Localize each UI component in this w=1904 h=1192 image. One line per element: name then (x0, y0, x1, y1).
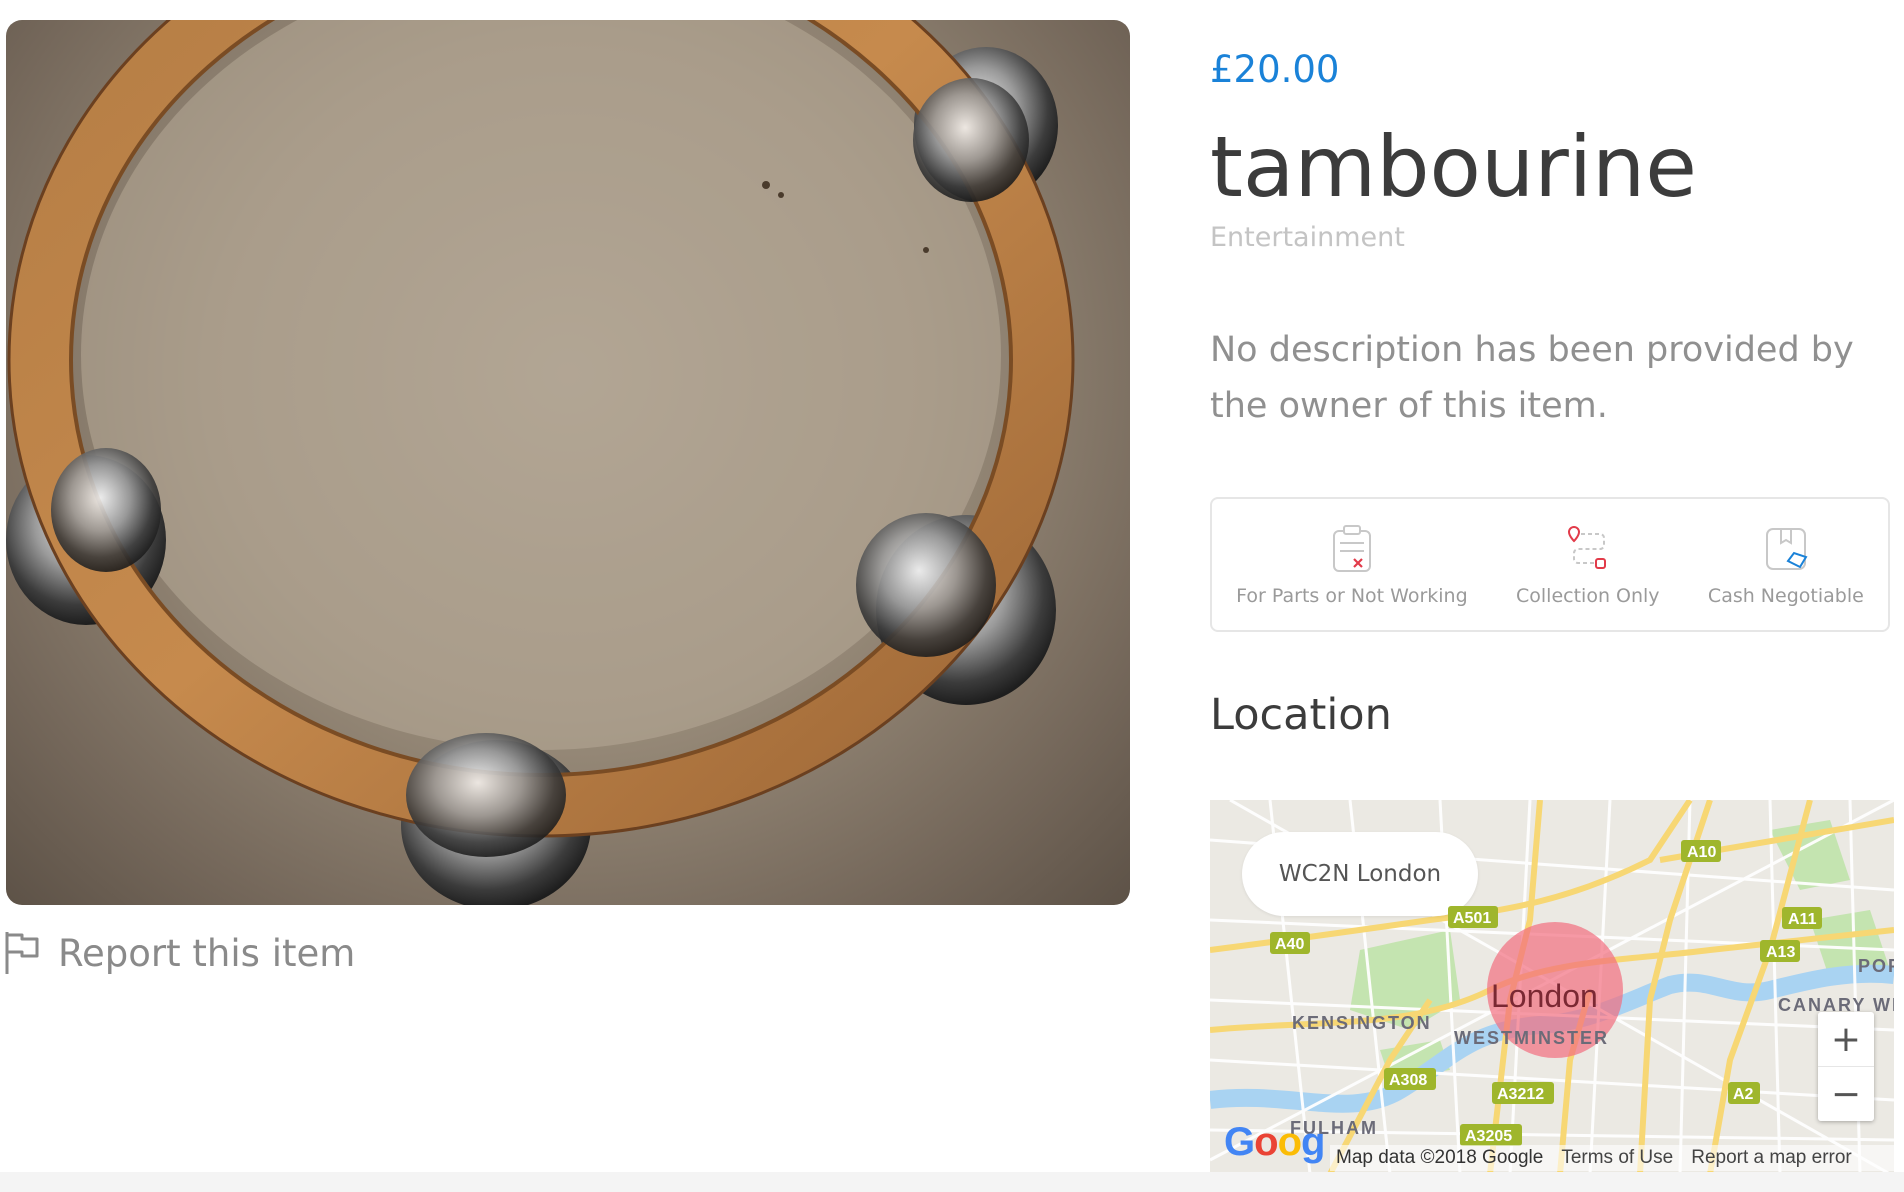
report-item-link[interactable]: Report this item (4, 930, 355, 976)
route-pin-icon (1567, 525, 1606, 569)
item-price: £20.00 (1210, 48, 1340, 91)
feature-label: For Parts or Not Working (1236, 584, 1468, 607)
feature-for-parts: For Parts or Not Working (1236, 523, 1468, 607)
map-postcode-label: WC2N London (1242, 832, 1478, 916)
location-heading: Location (1210, 690, 1392, 740)
tambourine-image (6, 20, 1075, 905)
item-features-panel: For Parts or Not Working Collection Only… (1210, 497, 1890, 632)
map-attribution-bar: Map data ©2018 Google Terms of Use Repor… (1330, 1145, 1894, 1171)
map-attribution: Map data ©2018 Google (1336, 1147, 1544, 1168)
zoom-in-button[interactable]: + (1818, 1012, 1874, 1066)
terms-of-use-link[interactable]: Terms of Use (1561, 1147, 1673, 1169)
item-category[interactable]: Entertainment (1210, 222, 1405, 253)
box-cash-icon (1765, 527, 1808, 570)
feature-collection-only: Collection Only (1516, 523, 1660, 607)
location-map[interactable]: WC2N London London KENSINGTON WESTMINSTE… (1210, 800, 1894, 1174)
report-item-label: Report this item (58, 931, 356, 975)
feature-label: Collection Only (1516, 584, 1660, 607)
flag-icon (5, 932, 39, 974)
item-description: No description has been provided by the … (1210, 330, 1854, 426)
map-zoom-control: + − (1818, 1012, 1874, 1121)
feature-label: Cash Negotiable (1707, 584, 1864, 607)
broken-clipboard-icon (1332, 524, 1371, 572)
zoom-out-button[interactable]: − (1818, 1067, 1874, 1121)
item-title: tambourine (1210, 118, 1697, 216)
product-photo[interactable] (6, 20, 1130, 905)
google-logo[interactable]: Goog (1224, 1120, 1325, 1165)
report-map-error-link[interactable]: Report a map error (1691, 1147, 1852, 1169)
feature-cash-negotiable: Cash Negotiable (1708, 523, 1864, 607)
page-bottom-strip (0, 1172, 1904, 1192)
